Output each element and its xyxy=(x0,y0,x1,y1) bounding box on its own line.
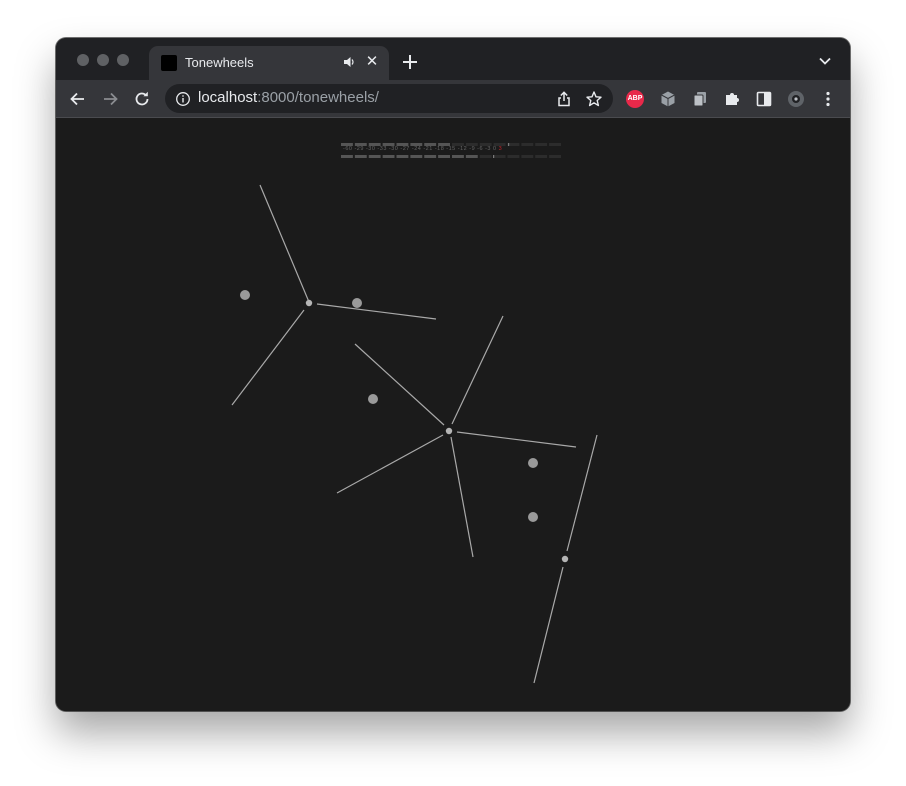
tone-dot[interactable] xyxy=(240,290,250,300)
tone-dot[interactable] xyxy=(352,298,362,308)
page-content: -60 -29 -30 -33 -30 -27 -24 -21 -18 -15 … xyxy=(56,118,850,711)
url-path: :8000/tonewheels/ xyxy=(257,89,379,106)
reload-icon[interactable] xyxy=(132,89,152,109)
share-icon[interactable] xyxy=(555,90,573,108)
profile-avatar-icon[interactable] xyxy=(786,89,806,109)
plus-icon[interactable] xyxy=(400,52,420,72)
wheel-3-hub[interactable] xyxy=(561,555,569,563)
wheel-3 xyxy=(533,434,598,684)
tone-dot[interactable] xyxy=(368,394,378,404)
back-arrow-icon[interactable] xyxy=(68,89,88,109)
tonewheel-visualization[interactable] xyxy=(56,118,850,711)
wheel-1-hub[interactable] xyxy=(305,299,313,307)
wheel-1-spoke xyxy=(259,184,310,303)
minimize-window-button[interactable] xyxy=(97,54,109,66)
info-icon[interactable] xyxy=(175,91,191,107)
wheel-3-spoke xyxy=(533,566,564,684)
wheel-1-spoke xyxy=(316,303,437,320)
tab-title: Tonewheels xyxy=(185,55,254,70)
close-icon[interactable]: ✕ xyxy=(364,54,380,70)
browser-toolbar: localhost:8000/tonewheels/ ABP xyxy=(56,80,850,118)
url-text[interactable]: localhost:8000/tonewheels/ xyxy=(198,89,379,106)
copy-extension-icon[interactable] xyxy=(690,89,710,109)
browser-window: Tonewheels ✕ localhost:8000/tonewheels/ … xyxy=(56,38,850,711)
extension-cube-icon[interactable] xyxy=(658,89,678,109)
wheel-2-hub[interactable] xyxy=(445,427,453,435)
wheel-2-spoke xyxy=(456,431,577,448)
favicon-icon xyxy=(161,55,177,71)
forward-arrow-icon[interactable] xyxy=(100,89,120,109)
wheel-3-spoke xyxy=(566,434,598,552)
sidepanel-icon[interactable] xyxy=(754,89,774,109)
wheel-2-spoke xyxy=(354,343,445,426)
wheel-2-spoke xyxy=(451,315,504,425)
address-bar[interactable]: localhost:8000/tonewheels/ xyxy=(165,84,613,113)
star-icon[interactable] xyxy=(585,90,603,108)
wheel-1 xyxy=(231,184,437,406)
wheel-2-spoke xyxy=(450,436,474,558)
tone-dot[interactable] xyxy=(528,458,538,468)
speaker-icon[interactable] xyxy=(342,55,356,69)
adblock-plus-icon[interactable]: ABP xyxy=(626,90,644,108)
zoom-window-button[interactable] xyxy=(117,54,129,66)
tone-dot[interactable] xyxy=(528,512,538,522)
tab-strip: Tonewheels ✕ xyxy=(56,38,850,80)
wheel-2 xyxy=(336,315,577,558)
tab-tonewheels[interactable]: Tonewheels ✕ xyxy=(149,46,389,80)
wheel-2-spoke xyxy=(336,434,444,494)
wheel-1-spoke xyxy=(231,309,305,406)
kebab-menu-icon[interactable] xyxy=(818,89,838,109)
chevron-down-icon[interactable] xyxy=(818,54,832,68)
url-host: localhost xyxy=(198,89,258,106)
close-window-button[interactable] xyxy=(77,54,89,66)
puzzle-icon[interactable] xyxy=(722,89,742,109)
